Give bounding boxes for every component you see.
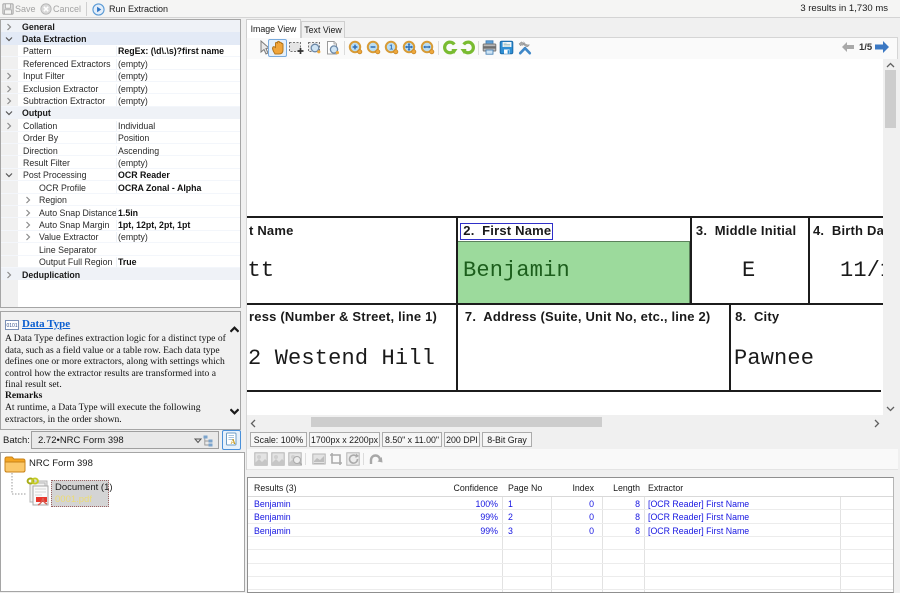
svg-text:1: 1 (389, 45, 393, 52)
svg-text:0101: 0101 (7, 323, 18, 329)
svg-text:A: A (231, 438, 236, 446)
